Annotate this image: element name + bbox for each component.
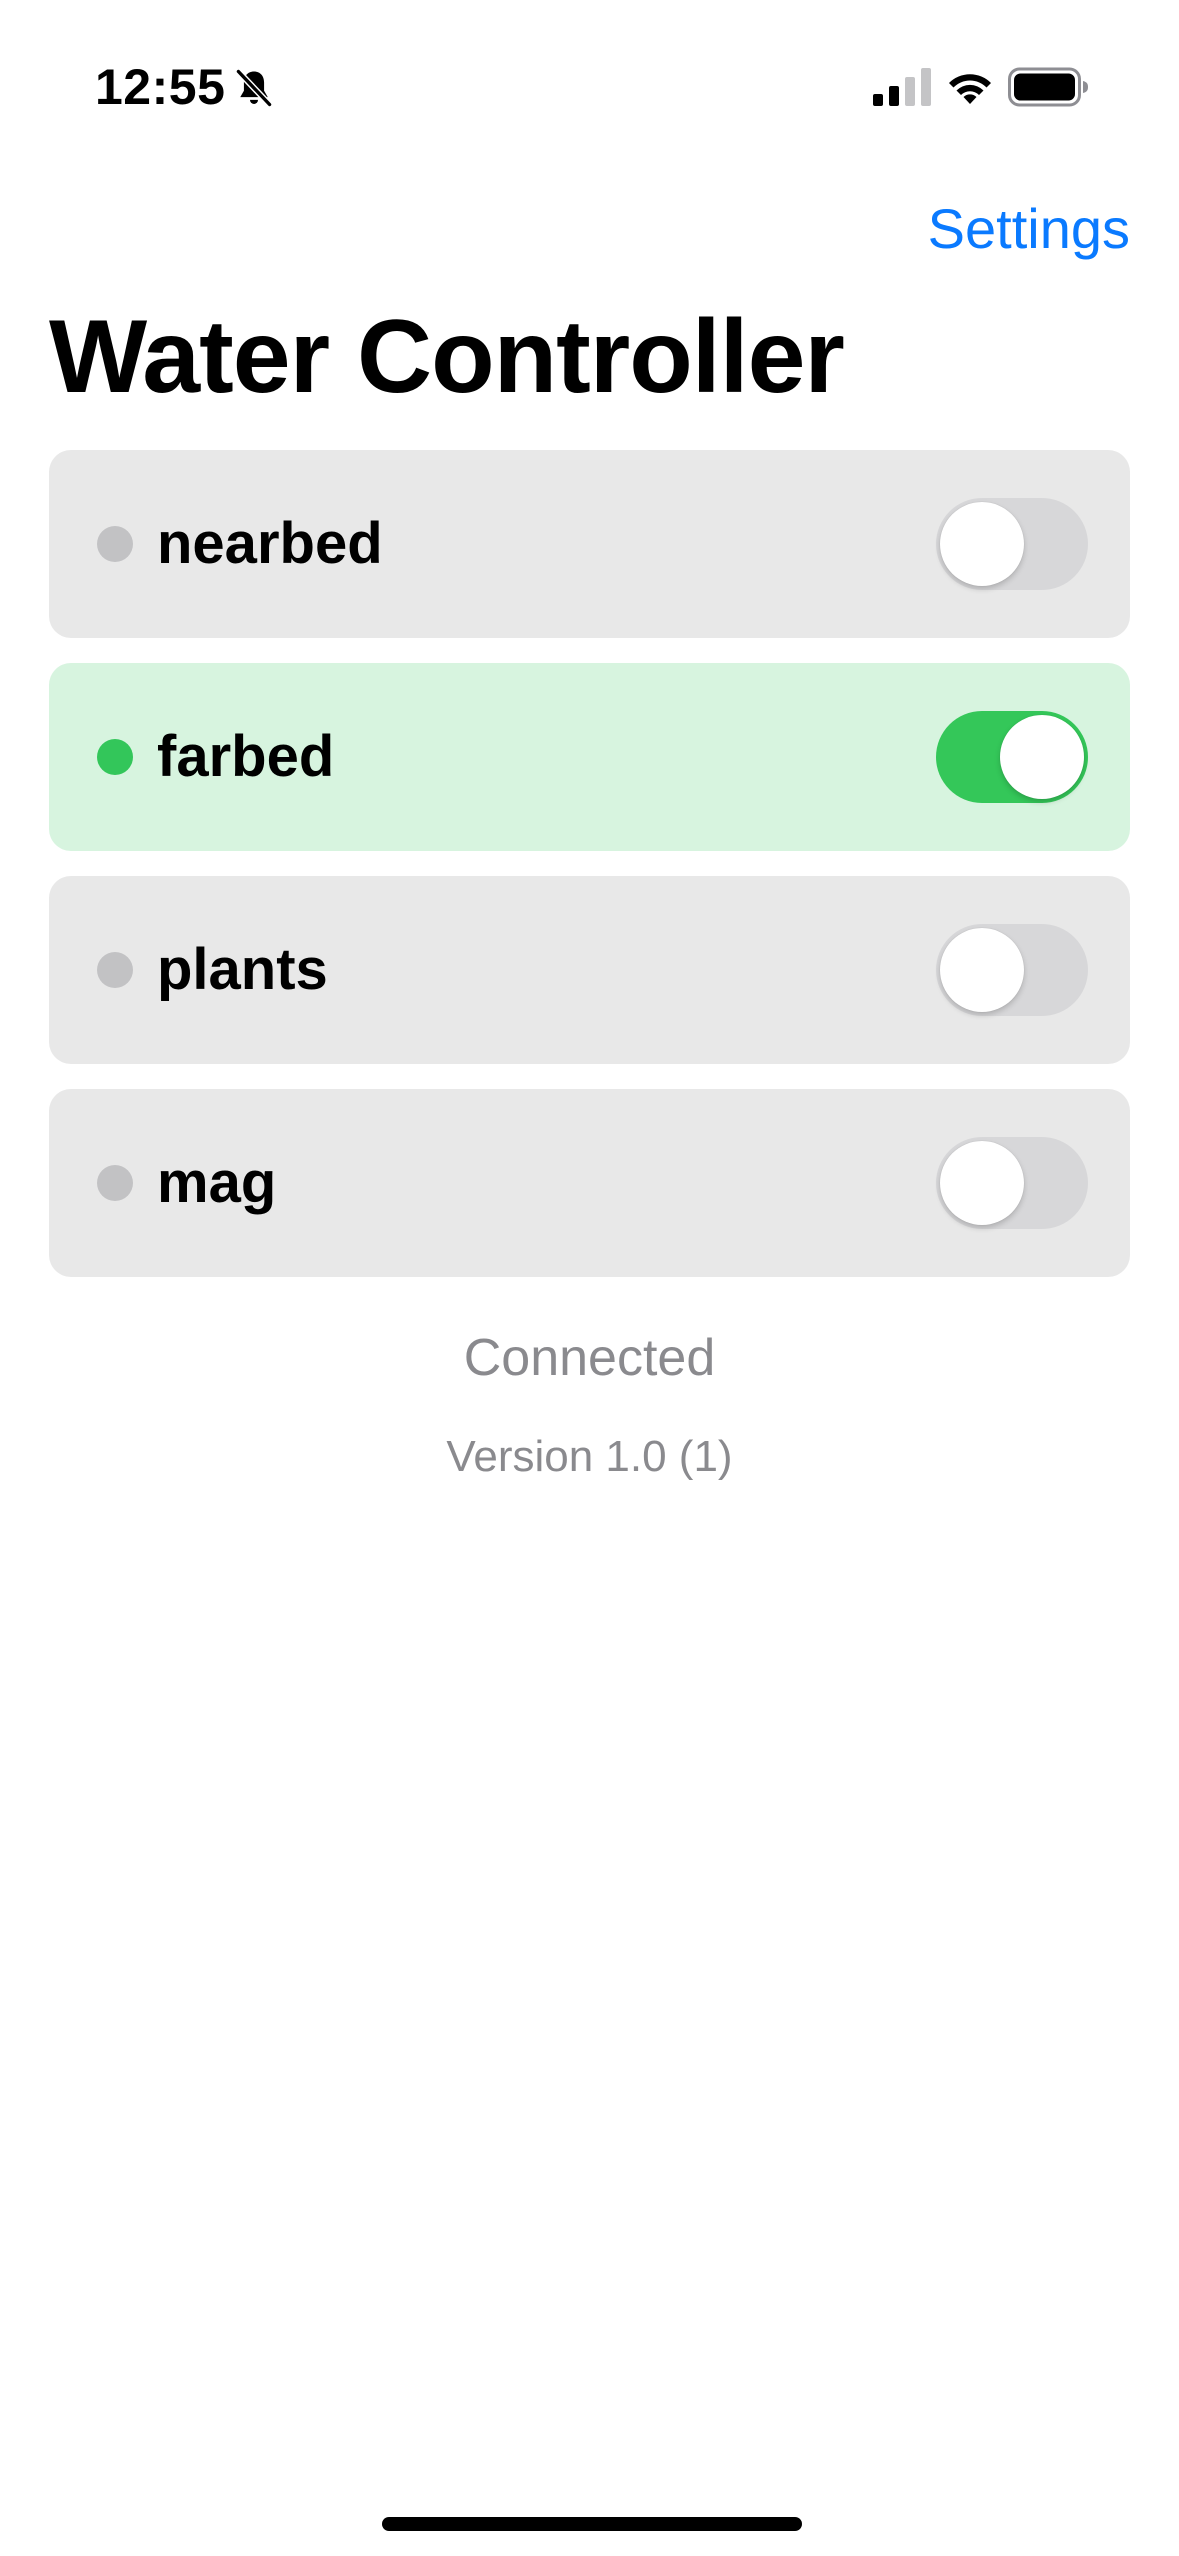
- status-bar: 12:55: [0, 0, 1179, 150]
- connection-status: Connected: [463, 1329, 716, 1387]
- toggle-knob: [940, 928, 1024, 1012]
- zone-toggle-mag[interactable]: [936, 1137, 1088, 1229]
- zone-row-plants: plants: [49, 876, 1130, 1064]
- toggle-knob: [1000, 715, 1084, 799]
- zone-toggle-plants[interactable]: [936, 924, 1088, 1016]
- status-dot: [97, 526, 133, 562]
- status-dot: [97, 952, 133, 988]
- status-dot: [97, 739, 133, 775]
- zone-name: mag: [157, 1150, 277, 1215]
- bell-slash-icon: [235, 68, 273, 108]
- page-title: Water Controller: [49, 299, 845, 415]
- wifi-icon: [949, 74, 991, 104]
- zone-name: nearbed: [157, 511, 383, 576]
- settings-button[interactable]: Settings: [928, 196, 1130, 261]
- toggle-knob: [940, 1141, 1024, 1225]
- toggle-knob: [940, 502, 1024, 586]
- battery-icon: [1008, 67, 1088, 107]
- status-dot: [97, 1165, 133, 1201]
- home-indicator[interactable]: [382, 2517, 802, 2531]
- cellular-signal-icon: [873, 68, 931, 106]
- zone-name: plants: [157, 937, 328, 1002]
- status-time: 12:55: [95, 59, 226, 115]
- zone-list: nearbed farbed plants mag: [49, 450, 1130, 1302]
- zone-toggle-farbed[interactable]: [936, 711, 1088, 803]
- version-label: Version 1.0 (1): [446, 1432, 733, 1481]
- zone-row-nearbed: nearbed: [49, 450, 1130, 638]
- zone-row-farbed: farbed: [49, 663, 1130, 851]
- zone-row-mag: mag: [49, 1089, 1130, 1277]
- zone-name: farbed: [157, 724, 335, 789]
- zone-toggle-nearbed[interactable]: [936, 498, 1088, 590]
